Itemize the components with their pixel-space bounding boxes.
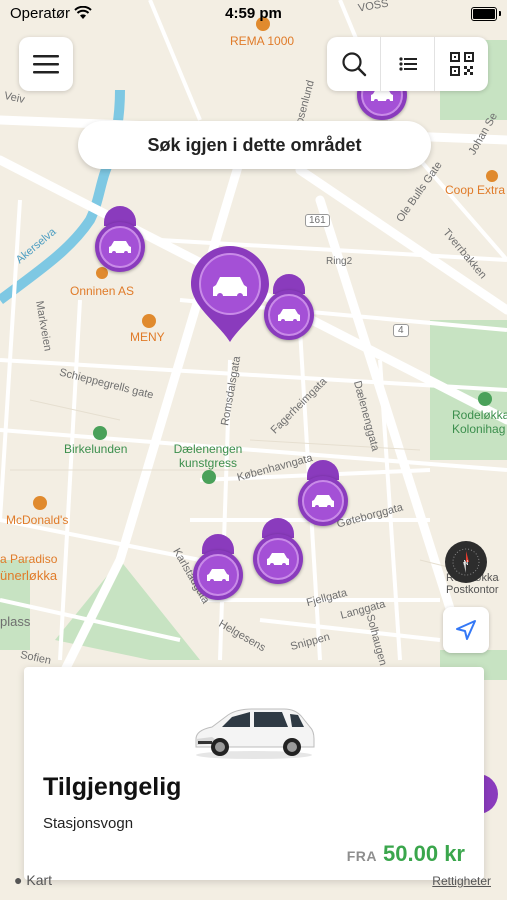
car-icon (267, 553, 289, 567)
price-amount: 50.00 kr (383, 841, 465, 866)
car-icon (312, 495, 334, 509)
status-bar: Operatør 4:59 pm (0, 0, 507, 28)
search-button[interactable] (327, 37, 381, 91)
car-marker[interactable] (253, 534, 303, 584)
hamburger-icon (33, 55, 59, 74)
cart-icon (142, 314, 156, 328)
maps-legal-label: Kart (26, 872, 53, 888)
car-marker[interactable] (193, 550, 243, 600)
poi-birkelunden[interactable]: Birkelunden (64, 442, 127, 456)
battery-tip (499, 11, 501, 16)
car-icon (109, 241, 131, 255)
qr-scan-button[interactable] (435, 37, 488, 91)
poi-daelenengen[interactable]: Dælenengen kunstgress (172, 442, 244, 470)
tree-icon (93, 426, 107, 440)
poi-rema-1000[interactable]: REMA 1000 (230, 34, 294, 48)
poi-rodelokka-kolonihage[interactable]: Rodeløkka Kolonihag (452, 408, 507, 436)
car-marker[interactable] (95, 222, 145, 272)
price: FRA 50.00 kr (347, 841, 465, 867)
cart-icon (486, 170, 498, 182)
search-this-area-button[interactable]: Søk igjen i dette området (78, 121, 431, 169)
fork-knife-icon (33, 496, 47, 510)
menu-button[interactable] (19, 37, 73, 91)
poi-paradiso[interactable]: a Paradiso (0, 552, 57, 566)
tree-icon (478, 392, 492, 406)
legal-link[interactable]: Rettigheter (432, 874, 491, 888)
map-pin-icon (191, 246, 269, 342)
poi-meny[interactable]: MENY (130, 330, 165, 344)
apple-logo-icon: ● (14, 872, 23, 888)
compass-button[interactable]: N (445, 541, 487, 583)
sport-icon (202, 470, 216, 484)
clock: 4:59 pm (225, 5, 282, 22)
search-icon (341, 52, 366, 77)
compass-icon: N (452, 548, 480, 576)
price-prefix: FRA (346, 848, 378, 864)
road-shield: 161 (305, 214, 330, 227)
map-toolbar (327, 37, 488, 91)
road-shield: 4 (393, 324, 409, 337)
compass-letter: N (463, 560, 468, 567)
car-icon (278, 309, 300, 323)
car-marker[interactable] (298, 476, 348, 526)
poi-onninen[interactable]: Onninen AS (70, 284, 134, 298)
street-label: plass (0, 614, 31, 629)
car-image (195, 708, 315, 759)
bus-icon (96, 267, 108, 279)
car-marker[interactable] (264, 290, 314, 340)
poi-coop-extra[interactable]: Coop Extra (445, 183, 505, 197)
list-icon (398, 57, 417, 71)
location-arrow-icon (456, 620, 476, 640)
vehicle-card[interactable]: Tilgjengelig Stasjonsvogn FRA 50.00 kr (24, 667, 484, 880)
list-view-button[interactable] (381, 37, 435, 91)
poi-mcdonalds[interactable]: McDonald's (6, 513, 68, 527)
car-icon (207, 569, 229, 583)
my-location-button[interactable] (443, 607, 489, 653)
qr-code-icon (449, 52, 474, 76)
search-this-area-label: Søk igjen i dette området (147, 134, 362, 155)
car-marker-selected[interactable] (189, 244, 271, 344)
vehicle-type: Stasjonsvogn (43, 815, 134, 832)
street-label: ünerløkka (0, 568, 58, 583)
availability-title: Tilgjengelig (43, 773, 182, 801)
battery-icon (471, 7, 497, 21)
maps-legal: ● Kart (14, 872, 52, 888)
street-label: Ring2 (326, 256, 353, 267)
